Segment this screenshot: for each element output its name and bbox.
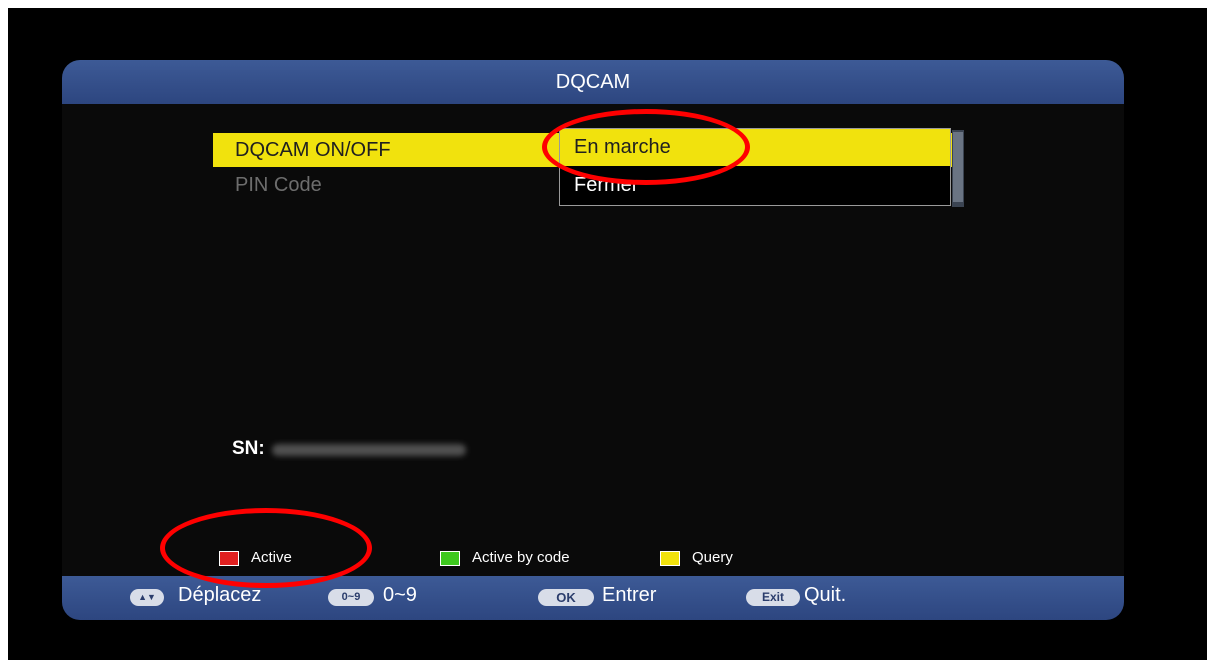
window-title: DQCAM xyxy=(62,60,1124,104)
menu-item-label: PIN Code xyxy=(235,174,322,196)
onoff-dropdown[interactable]: En marche Fermer xyxy=(559,128,951,206)
red-key-icon xyxy=(219,551,239,566)
dqcam-panel: DQCAM DQCAM ON/OFF PIN Code En marche Fe… xyxy=(62,60,1124,620)
green-key-icon xyxy=(440,551,460,566)
tv-screen: DQCAM DQCAM ON/OFF PIN Code En marche Fe… xyxy=(8,8,1207,660)
updown-arrows-icon: ▲▼ xyxy=(130,589,164,606)
menu-item-label: DQCAM ON/OFF xyxy=(235,139,391,161)
help-bar: ▲▼ Déplacez 0~9 0~9 OK Entrer Exit Quit. xyxy=(62,576,1124,620)
number-keys-icon: 0~9 xyxy=(328,589,374,606)
serial-number-label: SN: xyxy=(232,438,265,459)
dropdown-scrollbar[interactable] xyxy=(952,130,964,207)
dropdown-option-en-marche[interactable]: En marche xyxy=(560,129,950,166)
dropdown-option-fermer[interactable]: Fermer xyxy=(560,167,950,204)
exit-key-icon: Exit xyxy=(746,589,800,606)
serial-number-redacted xyxy=(272,444,466,456)
yellow-key-icon xyxy=(660,551,680,566)
ok-key-icon: OK xyxy=(538,589,594,606)
scrollbar-thumb[interactable] xyxy=(953,132,963,202)
